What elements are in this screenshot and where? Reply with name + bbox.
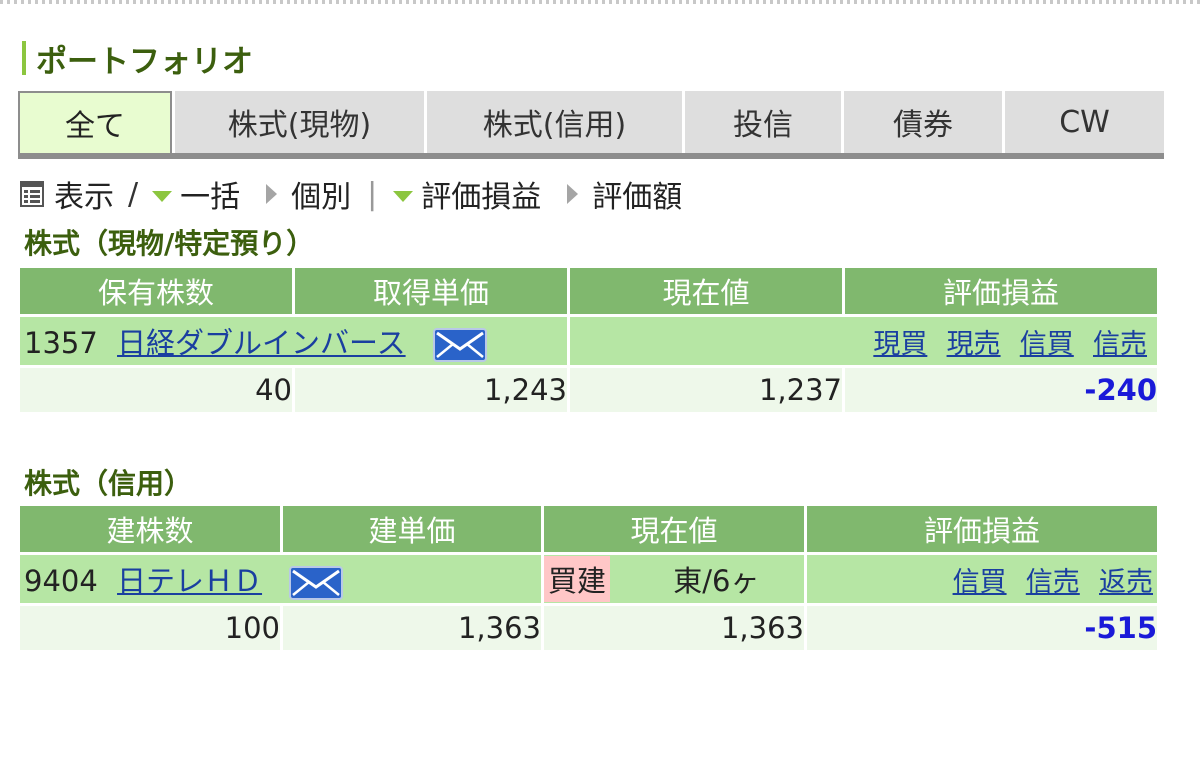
toolbar-pipe: | — [367, 176, 378, 212]
action-margin-sell[interactable]: 信売 — [1026, 567, 1080, 598]
stock-name-cell: 1357 日経ダブルインバース — [20, 317, 567, 365]
tab-underline — [18, 153, 1164, 159]
mail-icon[interactable] — [289, 566, 344, 600]
margin-holdings-table: 建株数 建単価 現在値 評価損益 9404 日テレＨＤ 買建 東/6ヶ 信買 信… — [17, 503, 1160, 653]
section-title-margin: 株式（信用） — [24, 467, 193, 500]
toolbar-separator: / — [128, 176, 139, 212]
action-cash-buy[interactable]: 現買 — [873, 329, 927, 360]
stock-name-cell: 9404 日テレＨＤ — [20, 555, 541, 603]
stock-code: 9404 — [24, 564, 98, 598]
mail-icon[interactable] — [432, 328, 487, 362]
value-toggle[interactable]: 評価額 — [567, 172, 682, 216]
value-label: 評価額 — [592, 180, 683, 215]
triangle-down-icon — [393, 190, 414, 202]
spot-holdings-table: 保有株数 取得単価 現在値 評価損益 1357 日経ダブルインバース 現買 現売… — [17, 265, 1160, 415]
display-toolbar: 表示 / 一括 個別 | 評価損益 評価額 — [20, 172, 682, 216]
action-margin-buy[interactable]: 信買 — [953, 567, 1007, 598]
action-margin-sell[interactable]: 信売 — [1093, 329, 1147, 360]
header-shares: 保有株数 — [20, 268, 292, 314]
header-position-price: 建単価 — [283, 506, 541, 552]
page-title-text: ポートフォリオ — [36, 43, 253, 80]
tab-label: 株式(現物) — [227, 108, 372, 143]
trade-actions-cell: 現買 現売 信買 信売 — [570, 317, 1157, 365]
tab-label: 債券 — [893, 108, 953, 143]
individual-toggle[interactable]: 個別 — [266, 172, 351, 216]
action-repay-sell[interactable]: 返売 — [1099, 567, 1153, 598]
header-profit-loss: 評価損益 — [845, 268, 1157, 314]
tab-label: 全て — [65, 109, 125, 144]
tab-label: 投信 — [733, 108, 793, 143]
page-title: ポートフォリオ — [22, 38, 253, 80]
header-current-price: 現在値 — [544, 506, 804, 552]
section-title-spot: 株式（現物/特定預り） — [24, 227, 315, 260]
tab-cw[interactable]: CW — [1005, 91, 1164, 153]
bulk-toggle[interactable]: 一括 — [152, 172, 240, 216]
market-term: 東/6ヶ — [673, 564, 760, 598]
tab-label: 株式(信用) — [482, 108, 627, 143]
tab-all[interactable]: 全て — [18, 91, 172, 153]
tab-label: CW — [1059, 104, 1110, 140]
position-price-value: 1,363 — [283, 606, 541, 650]
action-cash-sell[interactable]: 現売 — [947, 329, 1001, 360]
triangle-right-icon — [567, 184, 579, 204]
pl-toggle[interactable]: 評価損益 — [393, 172, 541, 216]
stock-code: 1357 — [24, 326, 98, 360]
table-header-row: 保有株数 取得単価 現在値 評価損益 — [20, 268, 1157, 314]
triangle-right-icon — [266, 184, 278, 204]
triangle-down-icon — [152, 190, 173, 202]
table-header-row: 建株数 建単価 現在値 評価損益 — [20, 506, 1157, 552]
display-label: 表示 — [54, 180, 114, 215]
list-icon — [20, 181, 44, 207]
tab-fund[interactable]: 投信 — [685, 91, 841, 153]
profit-loss-value: -240 — [845, 368, 1157, 412]
stock-name-link[interactable]: 日経ダブルインバース — [117, 326, 406, 360]
header-position-shares: 建株数 — [20, 506, 280, 552]
title-accent-bar — [22, 41, 26, 75]
table-row: 40 1,243 1,237 -240 — [20, 368, 1157, 412]
header-acquisition-price: 取得単価 — [295, 268, 567, 314]
table-row: 100 1,363 1,363 -515 — [20, 606, 1157, 650]
tab-stock-margin[interactable]: 株式(信用) — [427, 91, 682, 153]
individual-label: 個別 — [291, 180, 352, 215]
trade-actions-cell: 信買 信売 返売 — [807, 555, 1157, 603]
profit-loss-value: -515 — [807, 606, 1157, 650]
table-row: 9404 日テレＨＤ 買建 東/6ヶ 信買 信売 返売 — [20, 555, 1157, 603]
action-margin-buy[interactable]: 信買 — [1020, 329, 1074, 360]
current-price-value: 1,363 — [544, 606, 804, 650]
shares-value: 40 — [20, 368, 292, 412]
header-profit-loss: 評価損益 — [807, 506, 1157, 552]
position-info-cell: 買建 東/6ヶ — [544, 555, 804, 603]
top-dotted-border — [0, 0, 1200, 4]
tab-stock-spot[interactable]: 株式(現物) — [175, 91, 424, 153]
tab-bar: 全て 株式(現物) 株式(信用) 投信 債券 CW — [18, 91, 1164, 153]
position-type-badge: 買建 — [544, 556, 611, 602]
acquisition-price-value: 1,243 — [295, 368, 567, 412]
position-shares-value: 100 — [20, 606, 280, 650]
tab-bond[interactable]: 債券 — [844, 91, 1002, 153]
pl-label: 評価損益 — [421, 180, 542, 215]
stock-name-link[interactable]: 日テレＨＤ — [117, 564, 262, 598]
current-price-value: 1,237 — [570, 368, 842, 412]
table-row: 1357 日経ダブルインバース 現買 現売 信買 信売 — [20, 317, 1157, 365]
bulk-label: 一括 — [180, 180, 241, 215]
header-current-price: 現在値 — [570, 268, 842, 314]
